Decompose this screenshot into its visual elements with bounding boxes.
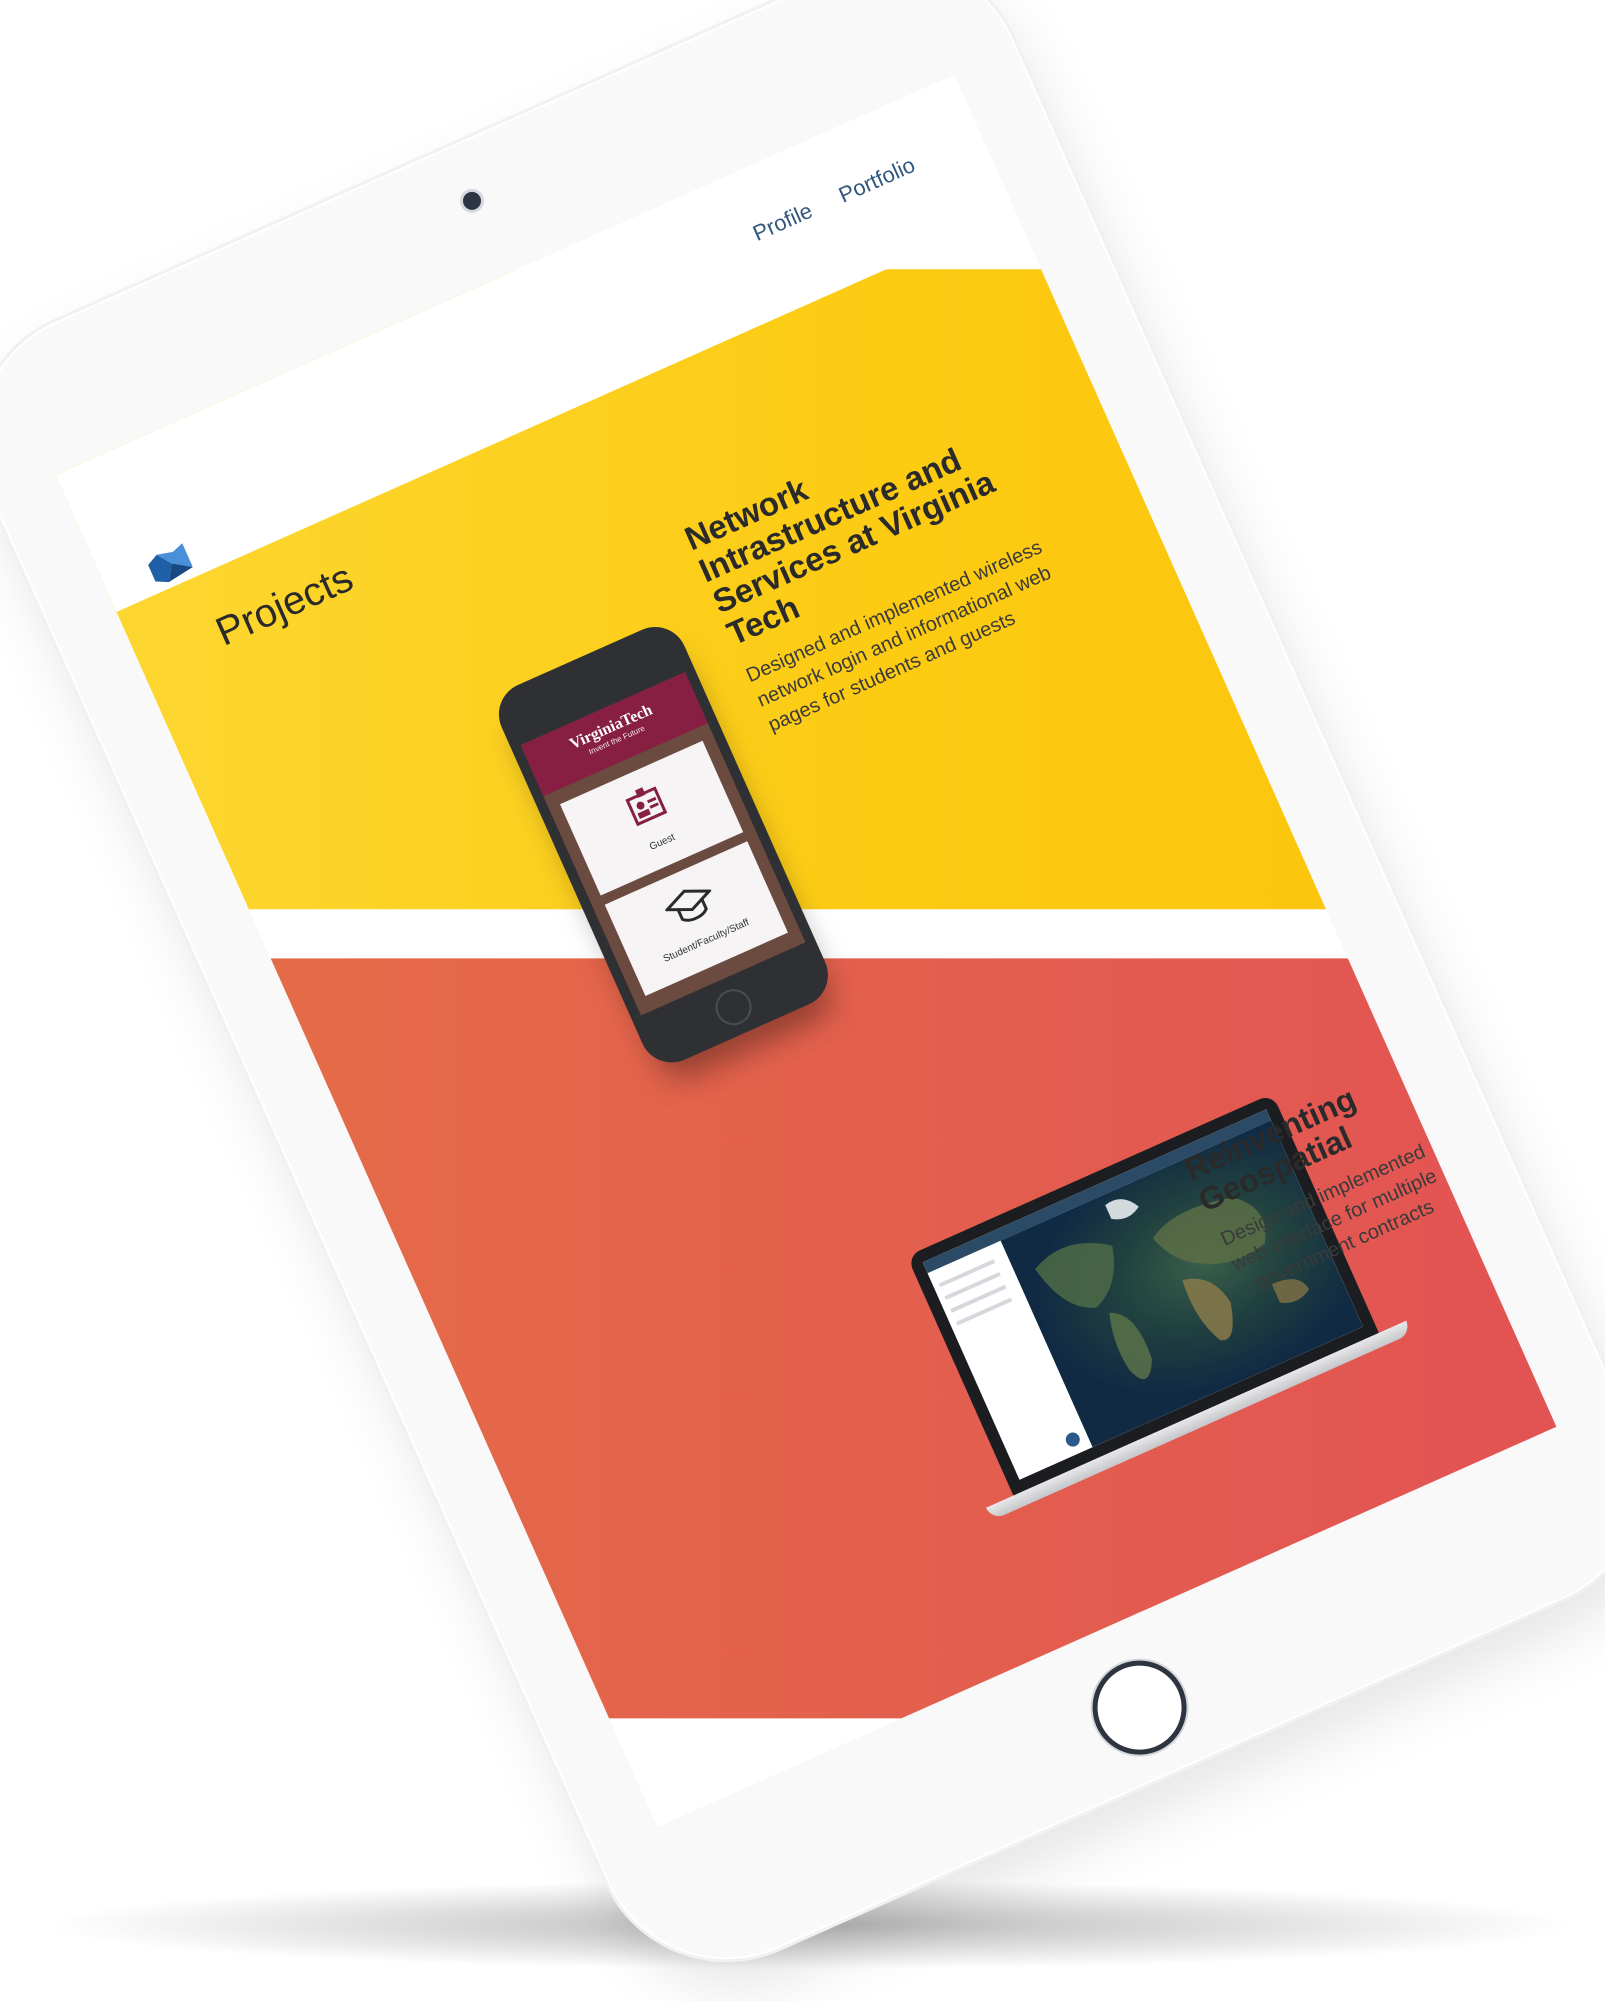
- nav-link-profile[interactable]: Profile: [749, 198, 817, 247]
- sidebar-row: [938, 1259, 996, 1288]
- guest-badge-icon: [625, 786, 668, 827]
- nav-link-portfolio[interactable]: Portfolio: [835, 152, 919, 209]
- tablet-screen: Profile Portfolio Projects VirginiaTech …: [55, 74, 1557, 1828]
- phone-home-button: [709, 983, 758, 1031]
- add-fab-icon: [1063, 1430, 1083, 1449]
- graduation-cap-icon: [663, 889, 713, 922]
- guest-card-label: Guest: [647, 831, 677, 853]
- tablet-device: Profile Portfolio Projects VirginiaTech …: [0, 0, 1605, 2001]
- tablet-home-button[interactable]: [1077, 1645, 1202, 1770]
- camera-icon: [460, 188, 484, 213]
